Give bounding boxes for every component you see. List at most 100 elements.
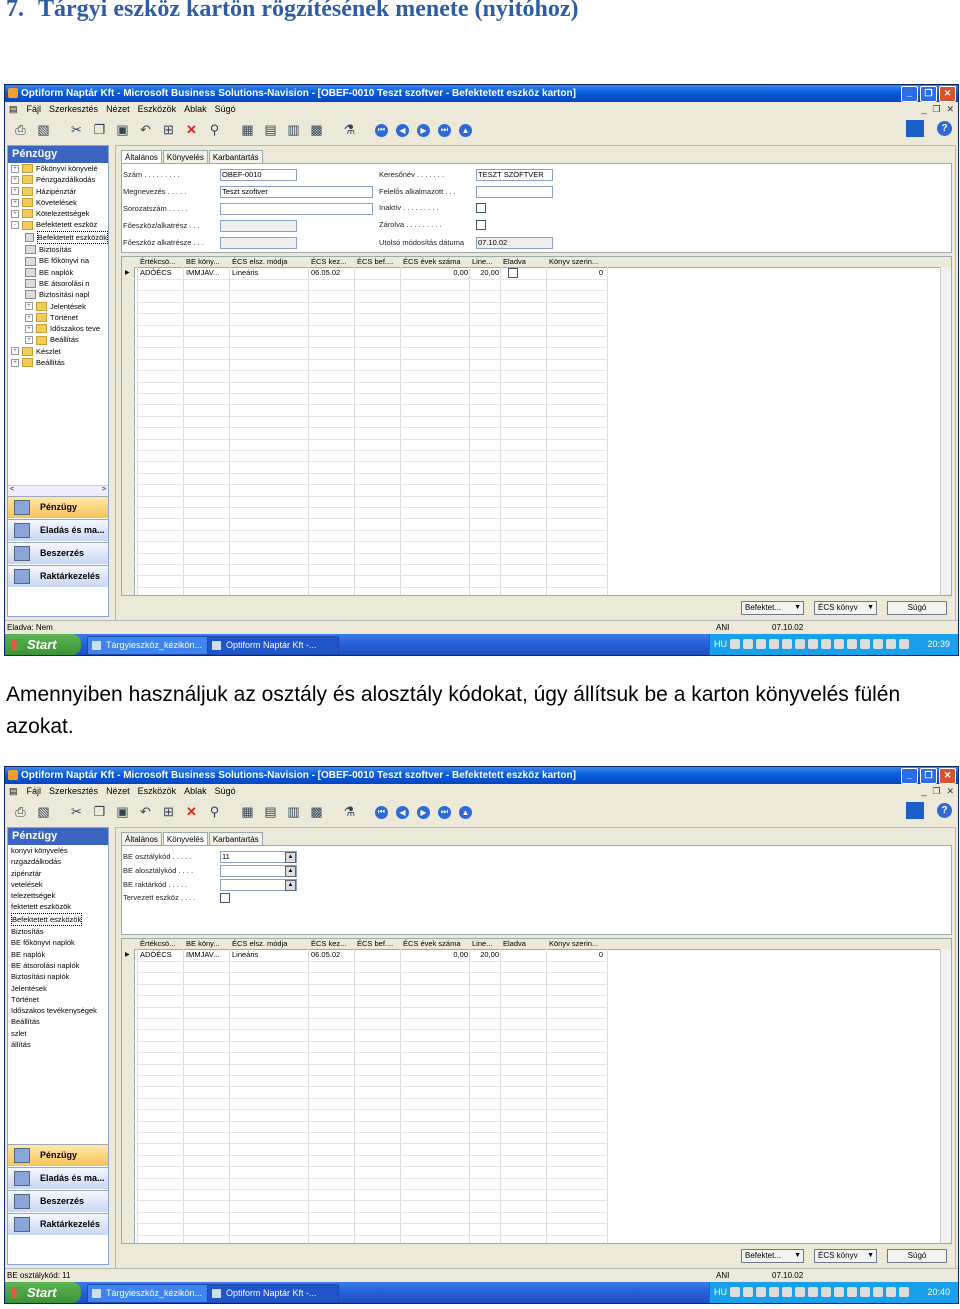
depreciation-book-button[interactable]: ÉCS könyv ▼ [814, 601, 877, 615]
close-button[interactable]: ✕ [939, 768, 956, 784]
form-icon[interactable]: ▦ [238, 121, 257, 139]
field-input[interactable]: TESZT SZOFTVER [476, 169, 553, 181]
grid-cell[interactable]: ADÓÉCS [140, 950, 182, 960]
table-icon[interactable]: ▩ [307, 121, 326, 139]
nav-tree-item[interactable]: Befektetett eszközök [8, 912, 108, 927]
delete-icon[interactable]: ✕ [182, 121, 201, 139]
up-icon[interactable]: ▲ [459, 805, 472, 819]
nav-tree-scrollbar[interactable]: < > [8, 485, 108, 496]
language-indicator[interactable]: HU [714, 1282, 727, 1303]
menu-item[interactable]: Nézet [106, 102, 130, 116]
minimize-button[interactable]: _ [901, 86, 918, 102]
help-button[interactable]: Súgó [887, 601, 947, 615]
nav-tree-item[interactable]: Biztosítási napl [8, 289, 108, 300]
grid-cell[interactable]: 0,00 [403, 268, 468, 278]
doc-minimize-button[interactable]: _ [921, 784, 926, 798]
form-icon[interactable]: ▦ [238, 803, 257, 821]
sort-icon[interactable]: ▥ [284, 803, 303, 821]
taskbar-item-manual[interactable]: Tárgyieszköz_kézikön... [87, 1284, 219, 1303]
copy-icon[interactable]: ❐ [90, 121, 109, 139]
menu-item[interactable]: Súgó [215, 784, 236, 798]
nav-tree-item[interactable]: + Beállítás [8, 334, 108, 345]
expand-icon[interactable]: + [11, 187, 19, 196]
nav-tree-item[interactable]: Beállítás [8, 1016, 108, 1027]
nav-tree-item[interactable]: Biztosítási naplók [8, 971, 108, 982]
tab-1[interactable]: Könyvelés [162, 832, 208, 846]
doc-minimize-button[interactable]: _ [921, 102, 926, 116]
help-icon[interactable]: ? [937, 803, 952, 818]
language-indicator[interactable]: HU [714, 634, 727, 655]
grid-cell[interactable]: 20,00 [472, 268, 499, 278]
list-icon[interactable]: ▤ [261, 121, 280, 139]
nav-tree-item[interactable]: + Történet [8, 312, 108, 323]
nav-tree-item[interactable]: - Befektetett eszköz [8, 219, 108, 230]
last-record-icon[interactable]: ⏭ [438, 805, 451, 819]
tab-1[interactable]: Könyvelés [162, 150, 208, 164]
lookup-icon[interactable]: ▲ [285, 865, 296, 877]
menu-item[interactable]: Súgó [215, 102, 236, 116]
field-checkbox[interactable] [476, 220, 486, 231]
grid-column-header[interactable]: Line... [472, 257, 500, 267]
first-record-icon[interactable]: ⏮ [375, 805, 388, 819]
nav-tree-item[interactable]: + Beállítás [8, 357, 108, 368]
field-input[interactable]: Teszt szoftver [220, 186, 373, 198]
last-record-icon[interactable]: ⏭ [438, 123, 451, 137]
menu-item[interactable]: Fájl [27, 784, 42, 798]
tab-2[interactable]: Karbantartás [208, 150, 263, 164]
navigation-window-icon[interactable] [906, 802, 924, 819]
field-checkbox[interactable] [220, 893, 230, 904]
grid-column-header[interactable]: Értékcsö... [140, 257, 183, 267]
expand-icon[interactable]: + [25, 302, 33, 311]
taskbar-item-manual[interactable]: Tárgyieszköz_kézikön... [87, 636, 219, 655]
paste-icon[interactable]: ▣ [113, 121, 132, 139]
field-input[interactable] [220, 237, 297, 249]
table-icon[interactable]: ▩ [307, 803, 326, 821]
field-input[interactable] [476, 186, 553, 198]
grid-column-header[interactable]: ÉCS bef.... [357, 257, 400, 267]
nav-button-2[interactable]: Beszerzés [8, 1190, 108, 1212]
nav-tree-item[interactable]: zipénztár [8, 868, 108, 879]
scroll-left-icon[interactable]: < [10, 486, 14, 493]
next-record-icon[interactable]: ▶ [417, 805, 430, 819]
taskbar-item-navision[interactable]: Optiform Naptár Kft -... [207, 636, 339, 655]
minimize-button[interactable]: _ [901, 768, 918, 784]
nav-tree-item[interactable]: Történet [8, 994, 108, 1005]
preview-icon[interactable]: ▧ [34, 803, 53, 821]
grid-column-header[interactable]: Könyv szerin... [549, 939, 604, 949]
first-record-icon[interactable]: ⏮ [375, 123, 388, 137]
previous-record-icon[interactable]: ◀ [396, 805, 409, 819]
grid-vertical-scrollbar[interactable] [940, 267, 951, 595]
grid-cell[interactable]: Lineáris [232, 268, 307, 278]
restore-button[interactable]: ❐ [920, 768, 937, 784]
lookup-icon[interactable]: ▲ [285, 851, 296, 863]
grid-column-header[interactable]: Értékcsö... [140, 939, 183, 949]
nav-tree-item[interactable]: BE naplók [8, 949, 108, 960]
grid-column-header[interactable]: ÉCS elsz. módja [232, 257, 308, 267]
field-input[interactable]: OBEF-0010 [220, 169, 297, 181]
tab-0[interactable]: Általános [121, 150, 162, 164]
expand-icon[interactable]: + [25, 336, 33, 345]
nav-tree-item[interactable]: Befektetett eszközök [8, 230, 108, 245]
field-input[interactable]: 07.10.02 [476, 237, 553, 249]
grid-cell[interactable]: 06.05.02 [311, 268, 353, 278]
expand-icon[interactable]: + [11, 198, 19, 207]
expand-icon[interactable]: + [11, 358, 19, 367]
expand-icon[interactable]: + [25, 313, 33, 322]
expand-icon[interactable]: + [11, 347, 19, 356]
lookup-icon[interactable]: ▲ [285, 879, 296, 891]
nav-tree-item[interactable]: szlet [8, 1028, 108, 1039]
menu-item[interactable]: Eszközök [138, 784, 177, 798]
menu-item[interactable]: Ablak [184, 784, 207, 798]
grid-vertical-scrollbar[interactable] [940, 949, 951, 1243]
nav-button-1[interactable]: Eladás és ma... [8, 1167, 108, 1189]
nav-tree-item[interactable]: Időszakos tevékenységek [8, 1005, 108, 1016]
field-input[interactable] [220, 203, 373, 215]
grid-cell[interactable]: 20,00 [472, 950, 499, 960]
sort-icon[interactable]: ▥ [284, 121, 303, 139]
expand-icon[interactable]: + [11, 175, 19, 184]
undo-icon[interactable]: ↶ [136, 803, 155, 821]
previous-record-icon[interactable]: ◀ [396, 123, 409, 137]
start-button[interactable]: Start [5, 634, 81, 655]
grid-column-header[interactable]: Eladva [503, 257, 546, 267]
depreciation-book-button[interactable]: ÉCS könyv ▼ [814, 1249, 877, 1263]
